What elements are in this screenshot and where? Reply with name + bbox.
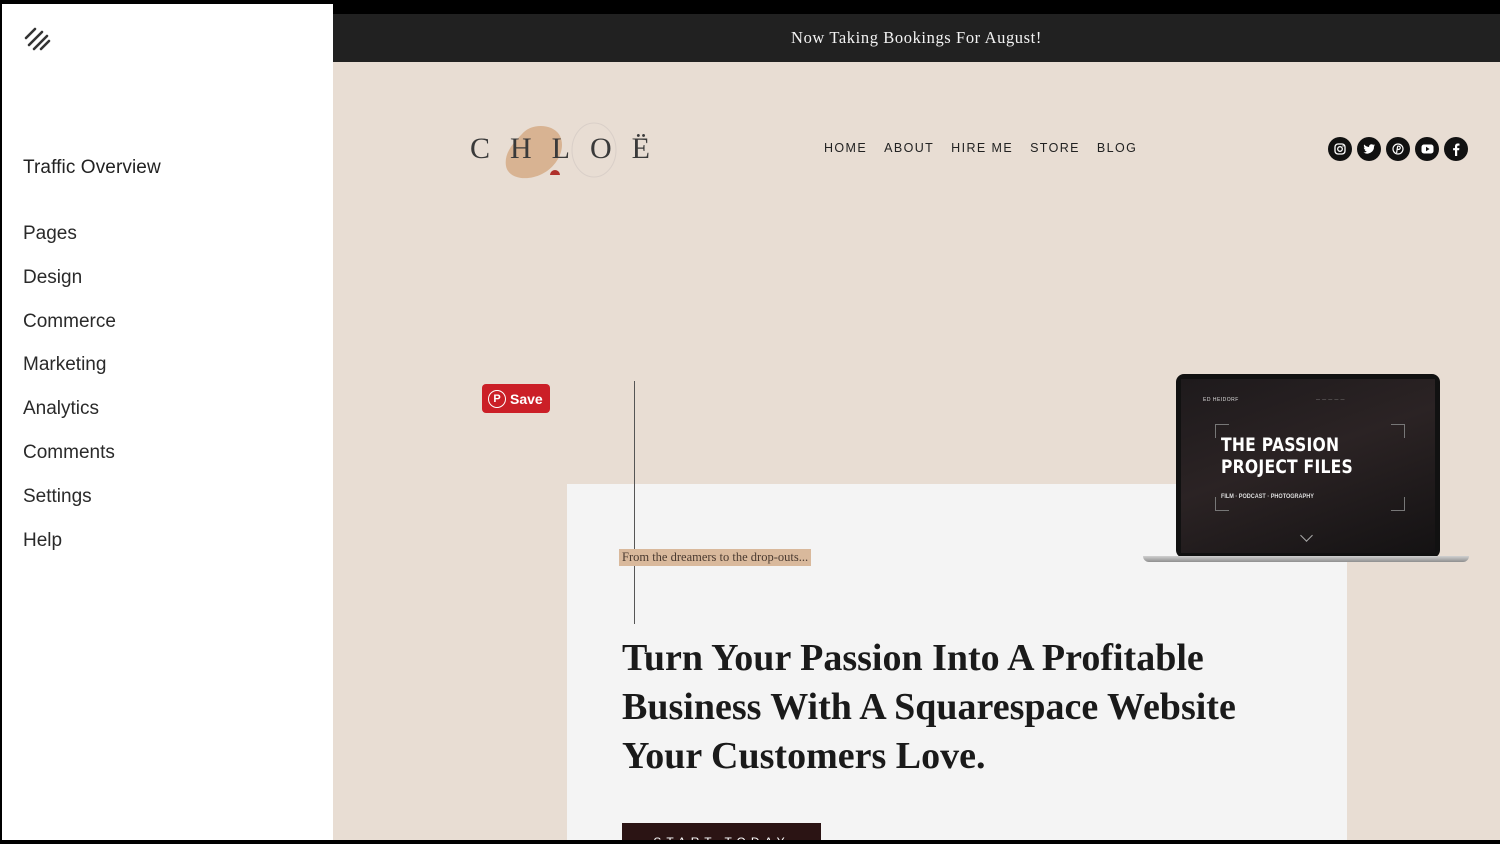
- nav-store[interactable]: STORE: [1030, 141, 1080, 155]
- sidebar-item-commerce[interactable]: Commerce: [23, 310, 116, 354]
- mockup-title-line-2: PROJECT FILES: [1221, 456, 1354, 478]
- sidebar-item-settings[interactable]: Settings: [23, 485, 116, 529]
- youtube-icon[interactable]: [1415, 137, 1439, 161]
- pinterest-icon[interactable]: [1386, 137, 1410, 161]
- sidebar-item-help[interactable]: Help: [23, 529, 116, 573]
- mockup-subtitle: FILM · PODCAST · PHOTOGRAPHY: [1221, 493, 1314, 500]
- mockup-brand: ED HEIDORF: [1203, 397, 1239, 403]
- chevron-down-icon: [1300, 529, 1313, 542]
- hero-heading: Turn Your Passion Into A Profitable Busi…: [622, 637, 1236, 777]
- laptop-lid: ED HEIDORF — — — — — THE PASSION PROJECT…: [1176, 374, 1440, 558]
- facebook-icon[interactable]: [1444, 137, 1468, 161]
- nav-about[interactable]: ABOUT: [884, 141, 934, 155]
- nav-home[interactable]: HOME: [824, 141, 867, 155]
- mockup-title-line-1: THE PASSION: [1221, 434, 1340, 456]
- instagram-icon[interactable]: [1328, 137, 1352, 161]
- pinterest-icon: P: [488, 389, 506, 408]
- mockup-title: THE PASSION PROJECT FILES: [1221, 434, 1353, 478]
- start-today-button[interactable]: START TODAY: [622, 823, 821, 840]
- laptop-mockup-image: ED HEIDORF — — — — — THE PASSION PROJECT…: [1143, 374, 1473, 569]
- frame-corner-br: [1391, 497, 1405, 511]
- sidebar-item-design[interactable]: Design: [23, 266, 116, 310]
- traffic-overview-link[interactable]: Traffic Overview: [23, 157, 161, 179]
- announcement-bar[interactable]: Now Taking Bookings For August!: [333, 14, 1500, 62]
- frame-corner-tr: [1391, 424, 1405, 438]
- mockup-menu: — — — — —: [1316, 396, 1345, 401]
- sidebar-item-marketing[interactable]: Marketing: [23, 353, 116, 397]
- hero-tagline: From the dreamers to the drop-outs...: [619, 549, 812, 566]
- logo-text: CHLOË: [470, 132, 670, 165]
- laptop-base: [1143, 556, 1469, 562]
- sidebar-item-pages[interactable]: Pages: [23, 222, 116, 266]
- squarespace-sidebar: Traffic Overview Pages Design Commerce M…: [2, 4, 333, 840]
- laptop-screen: ED HEIDORF — — — — — THE PASSION PROJECT…: [1181, 379, 1435, 553]
- vertical-divider: [634, 381, 635, 624]
- app-frame: Traffic Overview Pages Design Commerce M…: [0, 0, 1500, 844]
- pinterest-save-button[interactable]: P Save: [482, 384, 550, 413]
- nav-blog[interactable]: BLOG: [1097, 141, 1137, 155]
- site-navigation: HOME ABOUT HIRE ME STORE BLOG: [824, 141, 1137, 155]
- sidebar-menu: Pages Design Commerce Marketing Analytic…: [23, 222, 116, 572]
- site-logo[interactable]: CHLOË: [470, 118, 650, 184]
- sidebar-item-analytics[interactable]: Analytics: [23, 397, 116, 441]
- save-label: Save: [510, 390, 543, 407]
- twitter-icon[interactable]: [1357, 137, 1381, 161]
- social-links: [1328, 137, 1468, 161]
- squarespace-logo-icon[interactable]: [22, 24, 54, 54]
- site-preview[interactable]: Now Taking Bookings For August! CHLOË HO…: [333, 14, 1500, 840]
- sidebar-item-comments[interactable]: Comments: [23, 441, 116, 485]
- nav-hire-me[interactable]: HIRE ME: [951, 141, 1013, 155]
